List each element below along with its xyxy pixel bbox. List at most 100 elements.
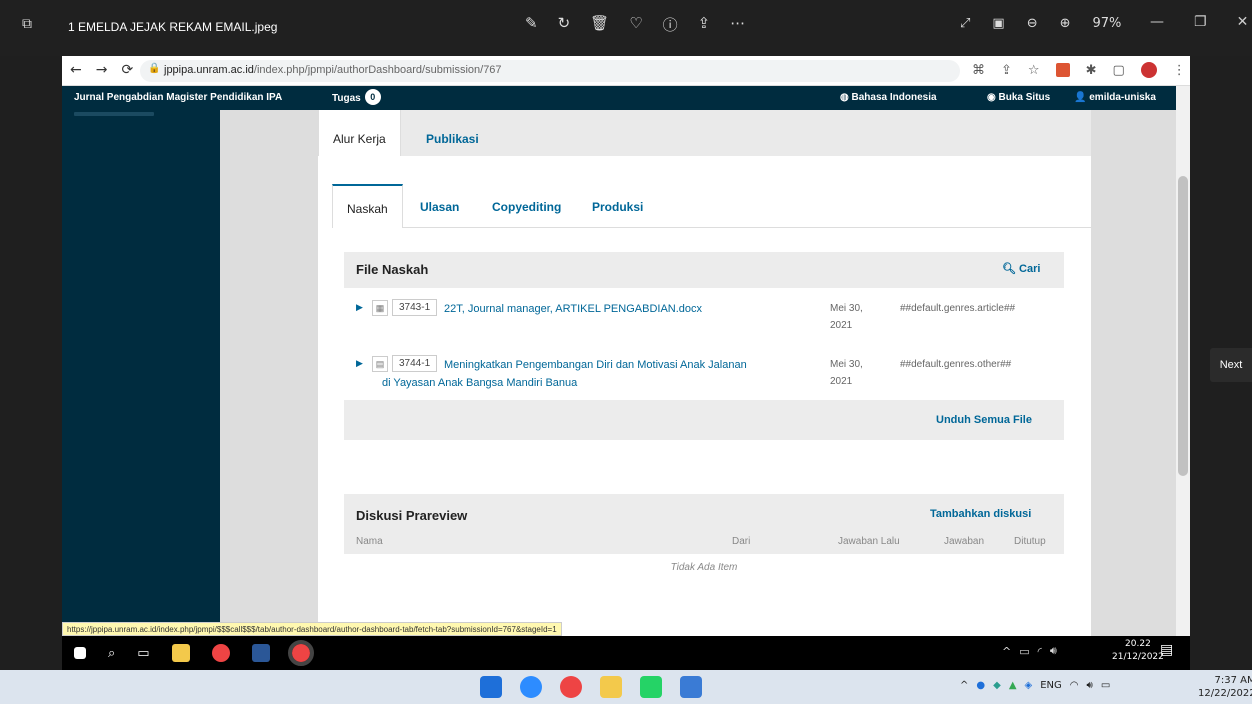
forward-icon[interactable]: → [96,62,108,78]
volume-icon[interactable]: 🔊︎ [1087,680,1093,691]
scrollbar-thumb[interactable] [1178,176,1188,476]
tab-publikasi[interactable]: Publikasi [412,110,493,156]
file-date-line2: 2021 [830,376,853,387]
more-icon[interactable]: ⋯ [730,14,745,35]
search-icon[interactable]: ⌕ [108,646,115,661]
tray-wifi-icon[interactable]: ◜ [1038,645,1042,658]
extensions-puzzle-icon[interactable]: ✱ [1086,63,1097,78]
tray-chevron-icon[interactable]: ^ [960,680,968,691]
tab-alur-kerja[interactable]: Alur Kerja [318,110,401,156]
tray-app-icon[interactable]: ● [976,680,985,691]
page-scrollbar[interactable] [1176,86,1190,640]
rotate-icon[interactable]: ↻ [558,14,571,35]
files-header: File Naskah 🔍︎ Cari [344,252,1064,288]
clock[interactable]: 7:37 AM 12/22/2022 [1198,674,1252,700]
tab-ulasan[interactable]: Ulasan [406,184,473,228]
language-indicator[interactable]: ENG [1040,680,1062,691]
zoom-icon[interactable] [520,676,542,698]
chrome-icon[interactable] [211,644,230,662]
zoom-in-icon[interactable]: ⊕ [1060,16,1071,31]
viewer-toolbar: ⧉ 1 EMELDA JEJAK REKAM EMAIL.jpeg ✎ ↻ 🗑 … [0,0,1252,56]
tray-app2-icon[interactable]: ◆ [993,680,1001,691]
file-name-line1: Meningkatkan Pengembangan Diri dan Motiv… [444,359,747,371]
photos-icon[interactable] [680,676,702,698]
column-header-jawaban: Jawaban [944,536,985,547]
file-date-line1: Mei 30, [830,303,863,314]
sidebar [62,110,220,640]
tab-naskah[interactable]: Naskah [332,184,403,228]
expand-row-icon[interactable]: ▶ [356,302,363,313]
tab-produksi[interactable]: Produksi [578,184,657,228]
inner-taskbar: ⌕ ▭ ^ ▭ ◜ 🔊︎ 20.22 21/12/2022 ▤ [62,636,1190,670]
link-status-bar: https://jppipa.unram.ac.id/index.php/jpm… [62,622,562,636]
profile-avatar[interactable] [1140,62,1157,78]
edit-icon[interactable]: ✎ [525,14,538,35]
file-row: ▶ ▦ 3743-1 22T, Journal manager, ARTIKEL… [344,288,1064,342]
file-name-link[interactable]: 22T, Journal manager, ARTIKEL PENGABDIAN… [444,300,702,318]
windows-taskbar: ^ ● ◆ ▲ ◈ ENG ◠ 🔊︎ ▭ 7:37 AM 12/22/2022 [0,670,1252,704]
chrome-icon[interactable] [560,676,582,698]
zoom-out-icon[interactable]: ⊖ [1027,16,1038,31]
file-name-link[interactable]: Meningkatkan Pengembangan Diri dan Motiv… [382,356,824,392]
favorite-icon[interactable]: ♡ [629,14,642,35]
windows-start-icon[interactable] [74,647,86,659]
tray-chevron-icon[interactable]: ^ [1002,645,1011,658]
maximize-icon[interactable]: ❐ [1194,14,1207,30]
next-button[interactable]: Next [1210,348,1252,382]
sidebar-subtitle [74,112,154,116]
language-link[interactable]: ◍ Bahasa Indonesia [840,92,937,103]
tasks-label: Tugas [332,93,361,104]
tray-battery-icon[interactable]: ▭ [1019,645,1029,658]
chrome-active-icon[interactable] [287,640,314,666]
minimize-icon[interactable]: — [1150,14,1164,30]
reload-icon[interactable]: ⟳ [121,62,133,78]
info-icon[interactable]: ⓘ [663,14,678,35]
file-date: Mei 30, 2021 [830,356,863,390]
pdf-icon: ▤ [372,356,388,372]
task-view-icon[interactable]: ▭ [137,646,149,661]
delete-icon[interactable]: 🗑 [590,14,609,35]
file-explorer-icon[interactable] [600,676,622,698]
add-discussion-link[interactable]: Tambahkan diskusi [930,508,1031,520]
fullscreen-icon[interactable]: ⤢ [960,16,970,31]
file-explorer-icon[interactable] [171,644,190,662]
browser-toolbar: ← → ⟳ 🔒 jppipa.unram.ac.id/index.php/jpm… [62,56,1190,86]
download-all-link[interactable]: Unduh Semua File [936,414,1032,426]
photos-app-icon: ⧉ [22,16,32,32]
actual-size-icon[interactable]: ▣ [992,16,1004,31]
tab-copyediting[interactable]: Copyediting [478,184,575,228]
whatsapp-icon[interactable] [640,676,662,698]
document-icon: ▦ [372,300,388,316]
close-icon[interactable]: ✕ [1237,14,1249,30]
search-files-link[interactable]: 🔍︎ Cari [1002,262,1040,275]
windows-start-icon[interactable] [480,676,502,698]
tray-app3-icon[interactable]: ◈ [1025,680,1033,691]
file-genre: ##default.genres.article## [900,303,1016,314]
workflow-tabs: Alur Kerja Publikasi [318,110,1091,156]
menu-kebab-icon[interactable]: ⋮ [1173,63,1186,78]
bookmark-star-icon[interactable]: ☆ [1028,63,1040,78]
wifi-icon[interactable]: ◠ [1070,680,1079,691]
view-site-link[interactable]: ◉ Buka Situs [987,92,1050,103]
empty-list-message: Tidak Ada Item [344,554,1064,584]
battery-icon[interactable]: ▭ [1101,680,1110,691]
translate-icon[interactable]: ⌘ [972,63,985,78]
address-bar[interactable]: 🔒 jppipa.unram.ac.id/index.php/jpmpi/aut… [140,60,960,82]
tasks-count-badge: 0 [364,89,381,105]
share-page-icon[interactable]: ⇪ [1001,63,1012,78]
sidepanel-icon[interactable]: ▢ [1112,63,1124,78]
share-icon[interactable]: ⇪ [698,14,711,35]
inner-clock[interactable]: 20.22 21/12/2022 [1112,638,1164,664]
user-menu[interactable]: 👤 emilda-uniska [1074,92,1156,103]
site-name[interactable]: Jurnal Pengabdian Magister Pendidikan IP… [74,92,282,103]
tray-volume-icon[interactable]: 🔊︎ [1050,644,1057,658]
expand-row-icon[interactable]: ▶ [356,358,363,369]
stage-tabs: Naskah Ulasan Copyediting Produksi [332,184,1092,228]
word-icon[interactable] [251,644,270,662]
extension-icon[interactable] [1055,63,1070,77]
notification-icon[interactable]: ▤ [1160,642,1173,658]
drive-icon[interactable]: ▲ [1009,680,1017,691]
zoom-level: 97% [1092,16,1122,31]
back-icon[interactable]: ← [70,62,82,78]
tasks-button[interactable]: Tugas 0 [332,89,381,105]
